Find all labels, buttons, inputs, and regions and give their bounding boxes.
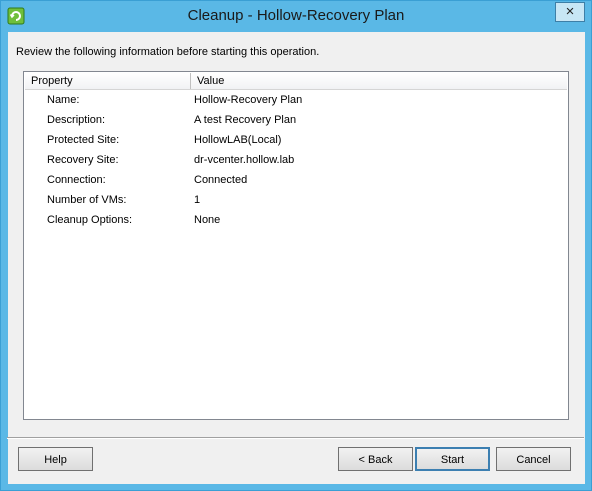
property-label: Description: bbox=[47, 114, 106, 126]
close-button[interactable]: × bbox=[555, 2, 585, 22]
back-button[interactable]: < Back bbox=[338, 447, 413, 471]
property-value: None bbox=[194, 214, 221, 226]
property-value: HollowLAB(Local) bbox=[194, 134, 282, 146]
property-label: Number of VMs: bbox=[47, 194, 127, 206]
table-row[interactable]: Description: A test Recovery Plan bbox=[25, 110, 567, 130]
column-header-value[interactable]: Value bbox=[191, 73, 567, 89]
property-value: dr-vcenter.hollow.lab bbox=[194, 154, 295, 166]
property-label: Connection: bbox=[47, 174, 106, 186]
table-row[interactable]: Recovery Site: dr-vcenter.hollow.lab bbox=[25, 150, 567, 170]
table-row[interactable]: Name: Hollow-Recovery Plan bbox=[25, 90, 567, 110]
table-row[interactable]: Cleanup Options: None bbox=[25, 210, 567, 230]
property-value: Hollow-Recovery Plan bbox=[194, 94, 303, 106]
close-icon: × bbox=[565, 3, 575, 20]
column-header-property[interactable]: Property bbox=[25, 73, 191, 89]
grid-header: Property Value bbox=[25, 73, 567, 90]
property-value: Connected bbox=[194, 174, 248, 186]
property-label: Name: bbox=[47, 94, 80, 106]
property-label: Recovery Site: bbox=[47, 154, 119, 166]
cancel-button[interactable]: Cancel bbox=[496, 447, 571, 471]
grid-body: Name: Hollow-Recovery Plan Description: … bbox=[25, 90, 567, 418]
instruction-text: Review the following information before … bbox=[16, 46, 320, 58]
table-row[interactable]: Number of VMs: 1 bbox=[25, 190, 567, 210]
property-grid[interactable]: Property Value Name: Hollow-Recovery Pla… bbox=[23, 71, 569, 420]
property-value: A test Recovery Plan bbox=[194, 114, 297, 126]
table-row[interactable]: Connection: Connected bbox=[25, 170, 567, 190]
property-value: 1 bbox=[194, 194, 201, 206]
property-label: Cleanup Options: bbox=[47, 214, 132, 226]
window-title: Cleanup - Hollow-Recovery Plan bbox=[187, 7, 405, 24]
button-bar-divider bbox=[7, 437, 584, 439]
table-row[interactable]: Protected Site: HollowLAB(Local) bbox=[25, 130, 567, 150]
property-label: Protected Site: bbox=[47, 134, 120, 146]
start-button[interactable]: Start bbox=[415, 447, 490, 471]
title-bar[interactable]: Cleanup - Hollow-Recovery Plan × bbox=[1, 1, 591, 32]
help-button[interactable]: Help bbox=[18, 447, 93, 471]
